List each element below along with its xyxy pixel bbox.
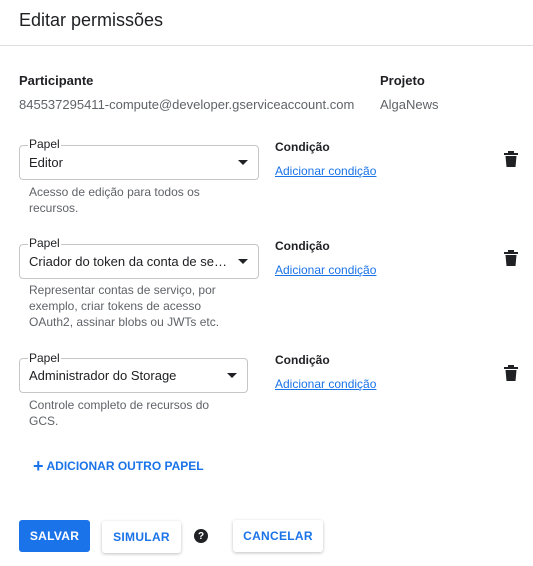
trash-icon[interactable] [504, 151, 518, 167]
role-helper-line: Representar contas de serviço, por [29, 283, 216, 297]
simulate-button[interactable]: SIMULAR [102, 521, 181, 553]
role-helper-line: Controle completo de recursos do [29, 398, 210, 412]
add-condition-link[interactable]: Adicionar condição [275, 377, 376, 391]
trash-icon[interactable] [504, 365, 518, 381]
chevron-down-icon [217, 373, 247, 378]
role-helper-line: exemplo, criar tokens de acesso [29, 299, 202, 313]
condition-label: Condição [275, 239, 330, 253]
add-role-label: ADICIONAR OUTRO PAPEL [46, 459, 204, 473]
role-field-label: Papel [28, 351, 61, 365]
role-field-label: Papel [28, 137, 61, 151]
role-helper-text: Controle completo de recursos do GCS. [29, 397, 209, 429]
role-helper-line: recursos. [29, 201, 79, 215]
chevron-down-icon [228, 259, 258, 264]
add-condition-link[interactable]: Adicionar condição [275, 263, 376, 277]
role-select-value: Editor [29, 155, 63, 170]
add-condition-link[interactable]: Adicionar condição [275, 164, 376, 178]
participant-value: 845537295411-compute@developer.gservicea… [19, 97, 355, 112]
cancel-button[interactable]: CANCELAR [233, 520, 323, 552]
role-field-label: Papel [28, 236, 61, 250]
add-role-button[interactable]: + ADICIONAR OUTRO PAPEL [33, 456, 204, 476]
condition-label: Condição [275, 140, 330, 154]
role-select-value: Administrador do Storage [29, 368, 177, 383]
role-helper-line: Acesso de edição para todos os [29, 185, 200, 199]
help-icon[interactable]: ? [194, 529, 208, 543]
role-helper-line: GCS. [29, 414, 59, 428]
project-value: AlgaNews [380, 97, 439, 112]
role-helper-line: OAuth2, assinar blobs ou JWTs etc. [29, 315, 220, 329]
dialog-title: Editar permissões [19, 10, 164, 30]
trash-icon[interactable] [504, 250, 518, 266]
role-select-value: Criador do token da conta de ser... [29, 254, 228, 269]
project-label: Projeto [380, 73, 425, 88]
role-helper-text: Representar contas de serviço, por exemp… [29, 282, 219, 330]
condition-label: Condição [275, 353, 330, 367]
title-divider [0, 45, 533, 46]
save-button[interactable]: SALVAR [19, 520, 90, 552]
participant-label: Participante [19, 73, 94, 88]
role-helper-text: Acesso de edição para todos os recursos. [29, 184, 200, 216]
plus-icon: + [33, 456, 44, 476]
chevron-down-icon [228, 160, 258, 165]
